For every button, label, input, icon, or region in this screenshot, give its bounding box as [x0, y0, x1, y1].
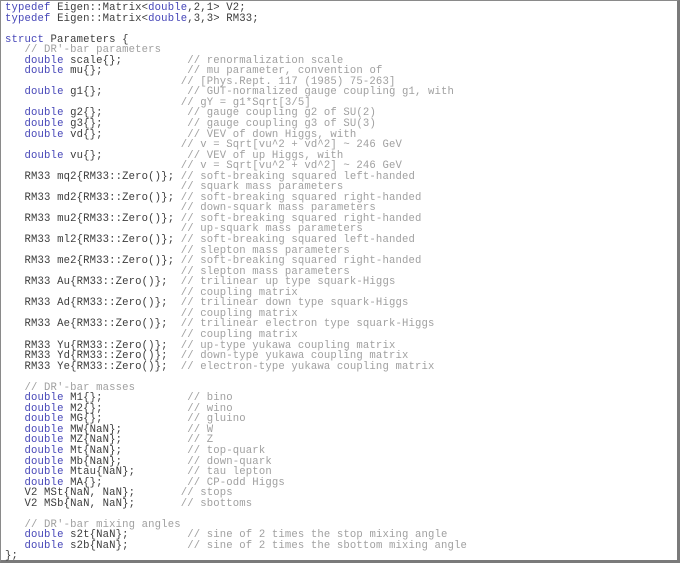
code-text: V2 MSb{NaN, NaN};: [24, 497, 136, 510]
code-line: double s2b{NaN}; // sine of 2 times the …: [5, 541, 467, 552]
keyword: typedef: [5, 12, 51, 25]
padding: [135, 498, 181, 510]
padding: [129, 540, 188, 552]
code-text: };: [5, 550, 19, 563]
code-text: ,3,3> RM33;: [187, 12, 259, 25]
code-line: };: [5, 551, 467, 562]
padding: [168, 361, 181, 373]
code-line: typedef Eigen::Matrix<double,3,3> RM33;: [5, 12, 467, 25]
keyword: double: [24, 539, 64, 552]
code-comment: // electron-type yukawa coupling matrix: [180, 360, 435, 373]
keyword: double: [148, 12, 188, 25]
code-line: RM33 Ye{RM33::Zero()}; // electron-type …: [5, 360, 467, 373]
code-line: V2 MSb{NaN, NaN}; // sbottoms: [5, 497, 467, 510]
code-text: RM33 Ye{RM33::Zero()};: [24, 360, 168, 373]
code-listing: typedef Eigen::Matrix<double,2,1> V2; typ…: [5, 3, 467, 562]
code-comment: // sine of 2 times the sbottom mixing an…: [187, 539, 468, 552]
code-text: Eigen::Matrix<: [50, 12, 149, 25]
code-text: s2b{NaN};: [63, 539, 129, 552]
code-listing-frame: typedef Eigen::Matrix<double,2,1> V2; typ…: [0, 0, 680, 563]
code-comment: // sbottoms: [180, 497, 253, 510]
